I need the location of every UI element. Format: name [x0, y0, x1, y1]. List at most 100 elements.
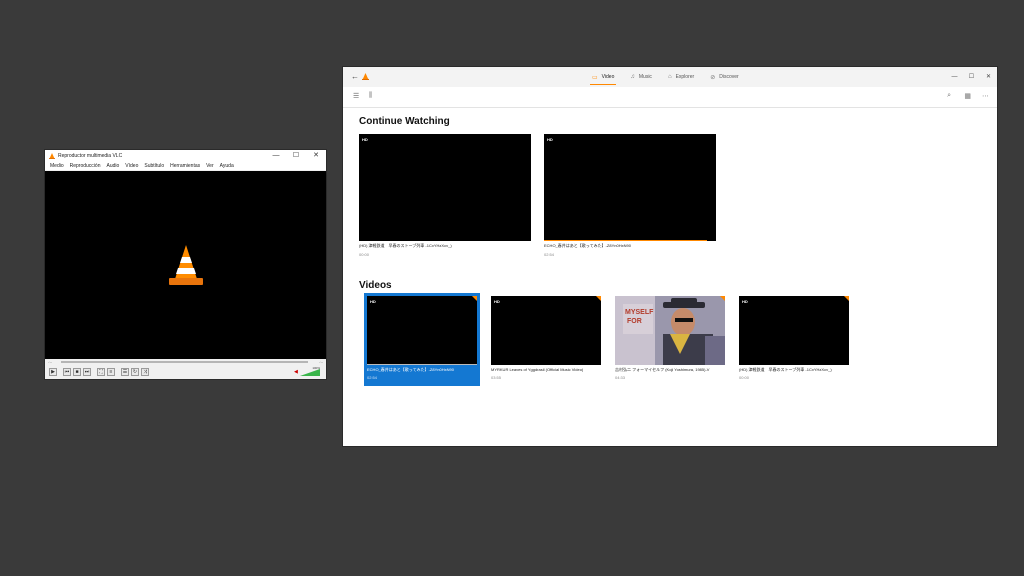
vlc-controls: ▶ ⏮ ■ ⏭ ⛶ ≡ ☰ ↻ ⤨ ◀ 100% — [45, 365, 326, 379]
video-card-4[interactable]: HD (HD) 津軽鉄道 早春のストーブ列車 -1CxYHzXcv_) 00:0… — [739, 296, 849, 386]
time-elapsed: -:-- — [48, 360, 52, 364]
menu-medio[interactable]: Medio — [50, 163, 64, 169]
menu-reproduccion[interactable]: Reproducción — [70, 163, 101, 169]
menu-ayuda[interactable]: Ayuda — [220, 163, 234, 169]
extended-settings-icon[interactable]: ≡ — [107, 368, 115, 376]
vlc-logo-icon — [168, 245, 203, 285]
video-card-1[interactable]: HD ECHO_春井はあと【歌ってみた】-Z8Yn0HxN90 02:54 — [364, 293, 480, 386]
watch-progress-bar — [367, 364, 477, 365]
tab-explorer[interactable]: ⌂ Explorer — [660, 67, 702, 87]
tab-music-label: Music — [638, 74, 652, 80]
video-duration: 04:33 — [615, 375, 626, 380]
media-player-window: ← ▭ Video ♫ Music ⌂ Explorer ⊘ Discover — [343, 67, 997, 446]
hd-badge: HD — [547, 137, 553, 142]
close-icon[interactable]: ✕ — [306, 150, 326, 161]
shuffle-icon[interactable]: ⤨ — [141, 368, 149, 376]
stop-icon[interactable]: ■ — [73, 368, 81, 376]
video-thumbnail[interactable]: HD — [739, 296, 849, 365]
speaker-icon[interactable]: ◀ — [294, 369, 298, 375]
video-thumbnail[interactable]: MYSELF FOR — [615, 296, 725, 365]
video-icon: ▭ — [592, 74, 598, 81]
back-arrow-icon[interactable]: ← — [351, 72, 359, 81]
hd-badge: HD — [370, 299, 376, 304]
new-indicator — [844, 296, 849, 301]
grid-view-icon[interactable]: ▦ — [964, 92, 971, 100]
video-thumbnail[interactable]: HD — [544, 134, 716, 241]
hd-badge: HD — [494, 299, 500, 304]
hamburger-menu-icon[interactable]: ☰ — [353, 92, 359, 100]
vlc-menubar: Medio Reproducción Audio Vídeo Subtítulo… — [45, 161, 326, 170]
video-duration: 00:00 — [739, 375, 750, 380]
maximize-icon[interactable]: ☐ — [963, 67, 980, 87]
menu-audio[interactable]: Audio — [106, 163, 119, 169]
music-icon: ♫ — [630, 74, 635, 80]
close-icon[interactable]: ✕ — [980, 67, 997, 87]
discover-icon: ⊘ — [710, 74, 716, 81]
video-duration: 02:54 — [544, 252, 555, 257]
vlc-window-title: Reproductor multimedia VLC — [58, 152, 123, 159]
loop-icon[interactable]: ↻ — [131, 368, 139, 376]
app-titlebar[interactable]: ← ▭ Video ♫ Music ⌂ Explorer ⊘ Discover — [343, 67, 997, 87]
video-title: 吉村弘二 フォーマイセルフ (Koji Yoshimura, 1985)-V — [615, 367, 710, 372]
new-indicator — [596, 296, 601, 301]
tab-music[interactable]: ♫ Music — [622, 67, 660, 87]
continue-watching-heading: Continue Watching — [359, 116, 450, 127]
fullscreen-icon[interactable]: ⛶ — [97, 368, 105, 376]
video-thumbnail[interactable]: HD — [359, 134, 531, 241]
tab-video-label: Video — [601, 74, 615, 80]
video-card-3[interactable]: MYSELF FOR 吉村弘二 フォーマイセルフ (Koji Yoshimura… — [615, 296, 725, 386]
svg-text:FOR: FOR — [627, 318, 642, 325]
video-card-2[interactable]: HD MYRKUR Leaves of Yggdrasil (Official … — [491, 296, 601, 386]
video-title: MYRKUR Leaves of Yggdrasil (Official Mus… — [491, 367, 584, 372]
vlc-window: Reproductor multimedia VLC — ☐ ✕ Medio R… — [45, 150, 326, 379]
explorer-icon: ⌂ — [667, 74, 672, 80]
nav-tabs: ▭ Video ♫ Music ⌂ Explorer ⊘ Discover — [584, 67, 747, 87]
next-icon[interactable]: ⏭ — [83, 368, 91, 376]
video-duration: 02:54 — [367, 375, 378, 380]
video-title: ECHO_春井はあと【歌ってみた】-Z8Yn0HxN90 — [367, 367, 454, 372]
play-icon[interactable]: ▶ — [49, 368, 57, 376]
app-toolbar: ☰ ⫼ ⌕ ▦ ⋯ — [343, 87, 997, 108]
menu-ver[interactable]: Ver — [206, 163, 214, 169]
new-indicator — [720, 296, 725, 301]
video-title: ECHO_春井はあと【歌ってみた】-Z8Yn0HxN90 — [544, 243, 631, 248]
continue-card-2[interactable]: HD ECHO_春井はあと【歌ってみた】-Z8Yn0HxN90 02:54 — [544, 134, 716, 264]
video-title: (HD) 津軽鉄道 早春のストーブ列車 -1CxYHzXcv_) — [359, 243, 452, 248]
video-thumbnail[interactable]: HD — [491, 296, 601, 365]
watch-progress-bar — [544, 240, 708, 241]
tab-video[interactable]: ▭ Video — [584, 67, 622, 87]
svg-text:MYSELF: MYSELF — [625, 309, 654, 316]
maximize-icon[interactable]: ☐ — [286, 150, 306, 161]
search-icon[interactable]: ⌕ — [947, 92, 951, 100]
volume-slider[interactable] — [300, 369, 320, 376]
previous-icon[interactable]: ⏮ — [63, 368, 71, 376]
minimize-icon[interactable]: — — [266, 150, 286, 161]
tab-explorer-label: Explorer — [675, 74, 695, 80]
video-duration: 03:55 — [491, 375, 502, 380]
vlc-video-area[interactable] — [45, 171, 326, 359]
library-icon[interactable]: ⫼ — [369, 92, 372, 100]
menu-video[interactable]: Vídeo — [125, 163, 138, 169]
app-cone-icon — [362, 73, 369, 80]
album-art-image: MYSELF FOR — [615, 296, 725, 365]
new-indicator — [472, 296, 477, 301]
minimize-icon[interactable]: — — [946, 67, 963, 87]
more-options-icon[interactable]: ⋯ — [982, 92, 989, 100]
menu-subtitulo[interactable]: Subtítulo — [144, 163, 164, 169]
vlc-cone-icon — [49, 152, 55, 159]
video-duration: 00:00 — [359, 252, 370, 257]
tab-discover[interactable]: ⊘ Discover — [702, 67, 746, 87]
vlc-titlebar[interactable]: Reproductor multimedia VLC — ☐ ✕ — [45, 150, 326, 161]
video-thumbnail[interactable]: HD — [367, 296, 477, 365]
continue-card-1[interactable]: HD (HD) 津軽鉄道 早春のストーブ列車 -1CxYHzXcv_) 00:0… — [359, 134, 531, 264]
volume-control[interactable]: ◀ 100% — [294, 366, 320, 376]
tab-discover-label: Discover — [719, 74, 739, 80]
hd-badge: HD — [362, 137, 368, 142]
video-title: (HD) 津軽鉄道 早春のストーブ列車 -1CxYHzXcv_) — [739, 367, 832, 372]
menu-herramientas[interactable]: Herramientas — [170, 163, 200, 169]
seek-slider[interactable] — [61, 361, 308, 363]
volume-percent: 100% — [312, 366, 320, 370]
hd-badge: HD — [742, 299, 748, 304]
playlist-icon[interactable]: ☰ — [121, 368, 129, 376]
videos-heading: Videos — [359, 280, 392, 291]
